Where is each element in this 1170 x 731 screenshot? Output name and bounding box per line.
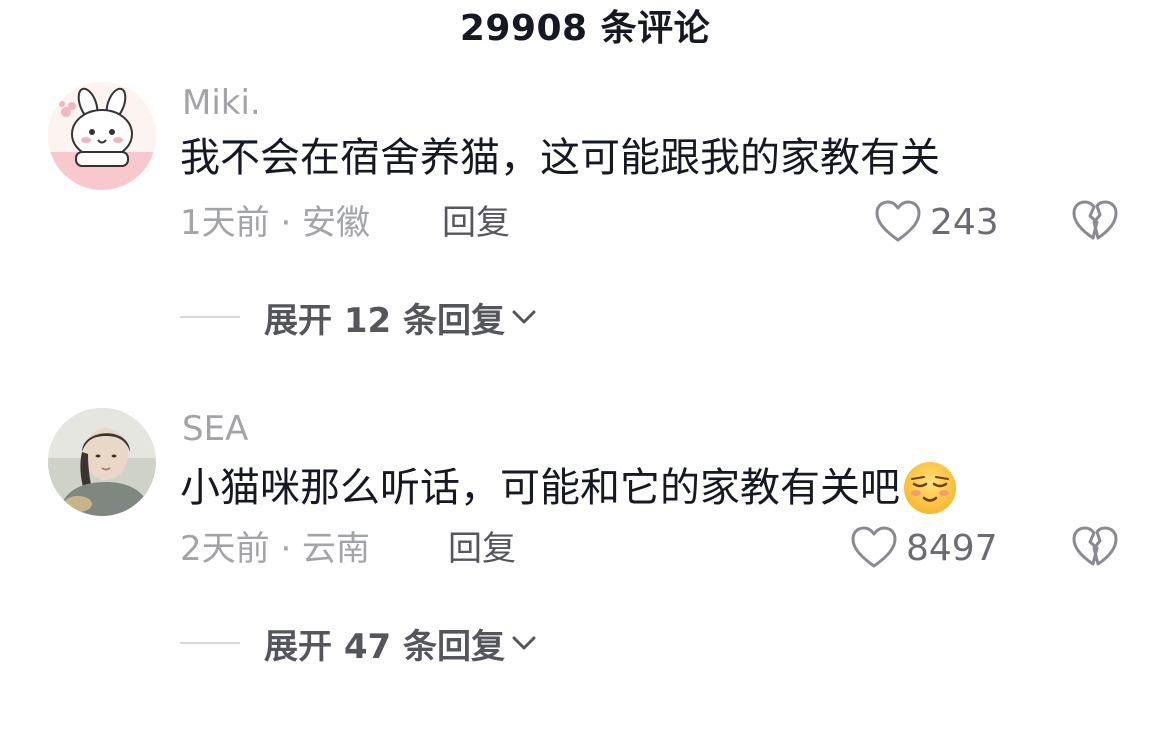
comment-item: SEA 小猫咪那么听话，可能和它的家教有关吧 2天前 · 云南 回复 8497: [0, 408, 1170, 667]
expand-replies-button[interactable]: 展开 12 条回复: [180, 292, 539, 342]
comment-meta: 1天前 · 安徽: [180, 203, 371, 243]
username[interactable]: SEA: [182, 412, 248, 446]
chevron-down-icon: [512, 636, 536, 650]
expand-replies-label: 展开 12 条回复: [264, 300, 505, 341]
bunny-avatar-icon: [48, 82, 156, 190]
comment-text-content: 小猫咪那么听话，可能和它的家教有关吧: [180, 465, 900, 511]
reply-button[interactable]: 回复: [442, 206, 510, 240]
reply-button[interactable]: 回复: [448, 532, 516, 566]
comment-text-content: 我不会在宿舍养猫，这可能跟我的家教有关: [180, 135, 940, 181]
avatar[interactable]: [48, 408, 156, 516]
expand-replies-button[interactable]: 展开 47 条回复: [180, 618, 539, 668]
user-photo-avatar-icon: [48, 408, 156, 516]
avatar[interactable]: [48, 82, 156, 190]
heart-icon: [851, 526, 897, 568]
broken-heart-icon: [1072, 526, 1118, 566]
divider: [180, 316, 240, 318]
comment-meta: 2天前 · 云南: [180, 529, 371, 569]
heart-icon: [875, 200, 921, 242]
username[interactable]: Miki.: [182, 86, 261, 120]
like-count: 8497: [906, 527, 998, 569]
dislike-button[interactable]: [1070, 196, 1120, 246]
comment-text: 我不会在宿舍养猫，这可能跟我的家教有关: [180, 134, 940, 182]
relieved-face-emoji-icon: [904, 462, 956, 514]
like-button[interactable]: 8497: [850, 520, 998, 576]
like-button[interactable]: 243: [874, 194, 999, 250]
divider: [180, 642, 240, 644]
comment-count-title: 29908 条评论: [459, 8, 711, 49]
like-count: 243: [930, 201, 999, 243]
comment-item: Miki. 我不会在宿舍养猫，这可能跟我的家教有关 1天前 · 安徽 回复 24…: [0, 82, 1170, 341]
chevron-down-icon: [512, 310, 536, 324]
dislike-button[interactable]: [1070, 522, 1120, 572]
broken-heart-icon: [1072, 200, 1118, 240]
comment-text: 小猫咪那么听话，可能和它的家教有关吧: [180, 460, 958, 516]
expand-replies-label: 展开 47 条回复: [264, 626, 505, 667]
